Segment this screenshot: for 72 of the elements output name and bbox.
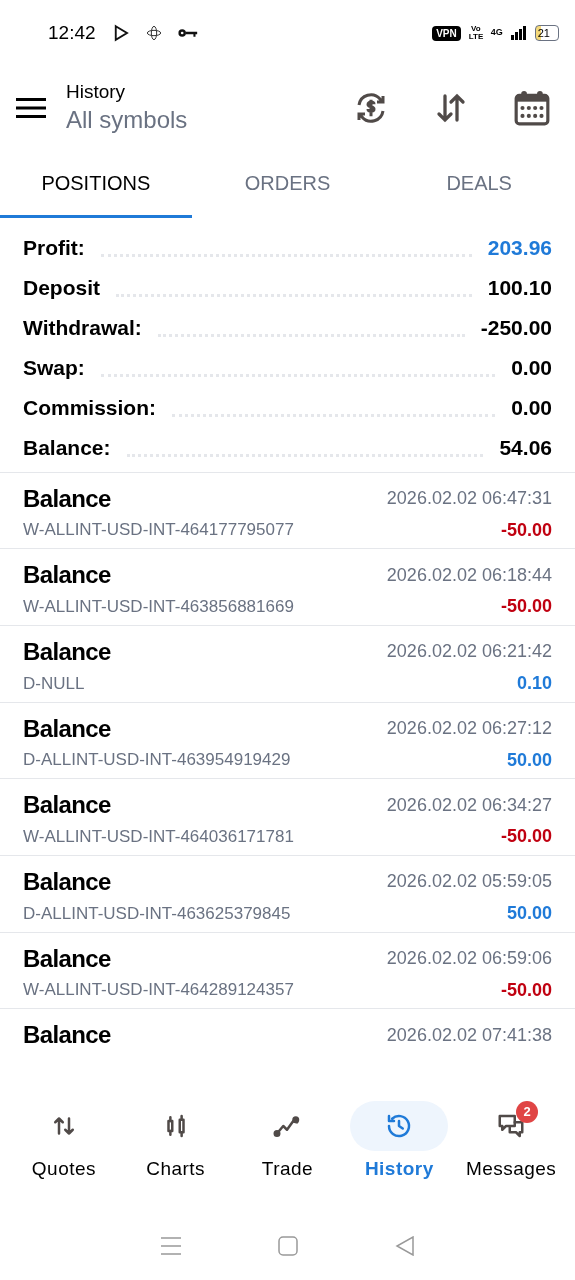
network-type: 4G [490,26,503,40]
deal-type: Balance [23,483,111,514]
summary-value: 0.00 [511,355,552,381]
deal-row[interactable]: Balance 2026.02.02 06:21:42 D-NULL 0.10 [0,625,575,703]
deal-time: 2026.02.02 06:21:42 [386,640,552,664]
key-icon [177,27,198,39]
deal-type: Balance [23,636,111,667]
signal-icon [510,26,527,40]
back-icon[interactable] [394,1236,415,1257]
deal-symbol: W-ALLINT-USD-INT-464289124357 [23,979,294,1002]
summary-value: 100.10 [487,275,552,301]
deal-amount: 50.00 [506,748,552,772]
deal-type: Balance [23,943,111,974]
calendar-icon[interactable] [513,89,551,127]
deal-time: 2026.02.02 07:41:38 [386,1023,552,1047]
vpn-indicator: VPN [432,25,461,41]
nav-tab[interactable]: Trade [231,1100,344,1213]
clock: 12:42 [48,20,96,45]
deal-row[interactable]: Balance 2026.02.02 06:59:06 W-ALLINT-USD-INT-464289124357 -50.00 [0,932,575,1010]
deal-row[interactable]: Balance 2026.02.02 06:18:44 W-ALLINT-USD-INT-463856881669 -50.00 [0,549,575,626]
deal-row[interactable]: Balance 2026.02.02 06:47:31 W-ALLINT-USD-INT-464177795077 -50.00 [0,472,575,550]
deal-symbol: D-ALLINT-USD-INT-463625379845 [23,902,291,925]
deal-row[interactable]: Balance 2026.02.02 07:41:38 [0,1009,575,1085]
volte-indicator: Vo LTE [468,25,483,41]
deal-time: 2026.02.02 05:59:05 [386,870,552,894]
deal-symbol: D-NULL [23,672,85,695]
deal-time: 2026.02.02 06:34:27 [386,793,552,817]
summary-label: Deposit [23,275,100,301]
deal-type: Balance [23,560,111,591]
menu-icon[interactable] [16,97,46,119]
deal-amount: -50.00 [500,518,552,542]
atom-icon [145,25,162,41]
deal-row[interactable]: Balance 2026.02.02 05:59:05 D-ALLINT-USD-INT-463625379845 50.00 [0,855,575,933]
summary-value: 203.96 [487,235,552,261]
summary-label: Withdrawal: [23,315,142,341]
deal-amount: -50.00 [500,595,552,619]
deal-amount: 50.00 [506,901,552,925]
deal-type: Balance [23,790,111,821]
unread-badge: 2 [516,1100,539,1123]
deal-row[interactable]: Balance 2026.02.02 06:27:12 D-ALLINT-USD-INT-463954919429 50.00 [0,702,575,780]
summary-value: 0.00 [511,395,552,421]
tab[interactable]: ORDERS [191,150,384,218]
nav-tab[interactable]: Charts [119,1100,232,1213]
nav-tab[interactable]: History [343,1100,456,1213]
deal-type: Balance [23,866,111,897]
summary-value: -250.00 [480,315,552,341]
summary-label: Commission: [23,395,156,421]
deal-symbol: D-ALLINT-USD-INT-463954919429 [23,749,291,772]
summary-label: Profit: [23,235,85,261]
deal-symbol: W-ALLINT-USD-INT-464177795077 [23,519,294,542]
deal-time: 2026.02.02 06:27:12 [386,717,552,741]
nav-tab[interactable]: Quotes [8,1100,120,1213]
deal-symbol: W-ALLINT-USD-INT-464036171781 [23,826,294,848]
symbol-filter[interactable]: All symbols [66,104,353,136]
deal-time: 2026.02.02 06:18:44 [386,563,552,587]
deal-time: 2026.02.02 06:59:06 [386,947,552,971]
screen-title: History [66,80,127,104]
deal-row[interactable]: Balance 2026.02.02 06:34:27 W-ALLINT-USD-INT-464036171781 -50.00 [0,779,575,856]
deal-amount: -50.00 [500,978,552,1002]
battery-indicator: 21 [534,25,559,41]
nav-tab[interactable]: 2 Messages [455,1100,567,1213]
deal-time: 2026.02.02 06:47:31 [386,487,552,510]
deal-amount: 0.10 [516,671,552,695]
summary-label: Swap: [23,355,85,381]
deal-type: Balance [23,1020,111,1051]
deal-type: Balance [23,713,111,744]
tab[interactable]: POSITIONS [0,150,192,218]
summary-label: Balance: [23,435,111,461]
summary-value: 54.06 [499,435,552,461]
deal-symbol: W-ALLINT-USD-INT-463856881669 [23,595,294,618]
deal-amount: -50.00 [500,825,552,849]
tab[interactable]: DEALS [383,150,575,218]
